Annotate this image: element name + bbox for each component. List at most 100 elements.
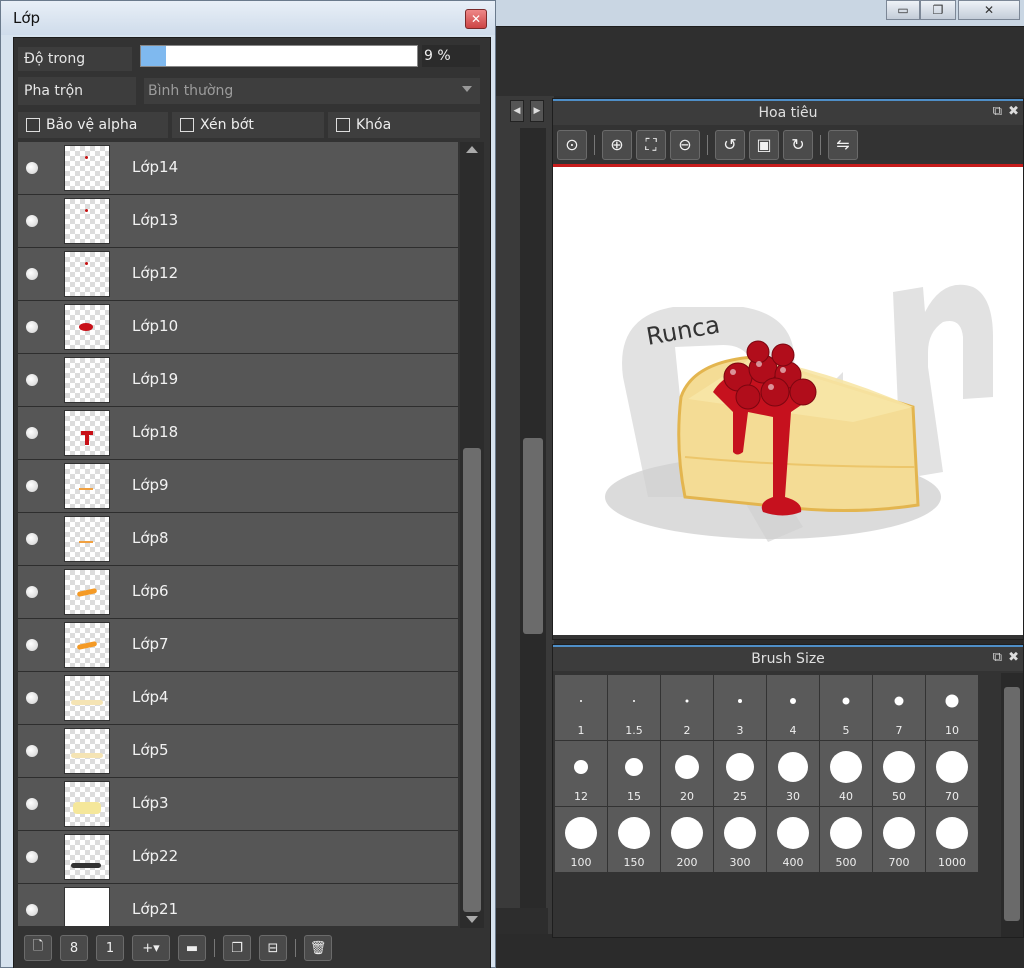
layer-row[interactable]: Lớp13	[18, 195, 458, 248]
zoom-reset-icon[interactable]: ⊙	[557, 129, 587, 160]
layer-row[interactable]: Lớp22	[18, 831, 458, 884]
brush-size-cell[interactable]: 10	[926, 675, 978, 740]
brush-size-cell[interactable]: 1000	[926, 807, 978, 872]
close-icon[interactable]: ✖	[1008, 650, 1019, 665]
new-1bit-layer-icon[interactable]: 1	[96, 935, 124, 961]
rotate-left-icon[interactable]: ↺	[715, 129, 745, 160]
flip-icon[interactable]: ⇋	[828, 129, 858, 160]
brush-size-cell[interactable]: 1.5	[608, 675, 660, 740]
checkbox-box	[26, 118, 40, 132]
new-layer-icon[interactable]: 🗋	[24, 935, 52, 961]
visibility-icon[interactable]	[26, 745, 38, 757]
layer-row[interactable]: Lớp10	[18, 301, 458, 354]
brush-size-cell[interactable]: 100	[555, 807, 607, 872]
brush-size-cell[interactable]: 12	[555, 741, 607, 806]
brush-vertical-scrollbar[interactable]	[1001, 673, 1023, 937]
visibility-icon[interactable]	[26, 851, 38, 863]
brush-size-cell[interactable]: 25	[714, 741, 766, 806]
folder-icon[interactable]: ▬	[178, 935, 206, 961]
scroll-thumb[interactable]	[463, 448, 481, 912]
layer-row[interactable]: Lớp4	[18, 672, 458, 725]
layer-row[interactable]: Lớp3	[18, 778, 458, 831]
visibility-icon[interactable]	[26, 215, 38, 227]
visibility-icon[interactable]	[26, 692, 38, 704]
visibility-icon[interactable]	[26, 374, 38, 386]
canvas-vertical-scrollbar[interactable]	[520, 128, 546, 908]
visibility-icon[interactable]	[26, 904, 38, 916]
visibility-icon[interactable]	[26, 427, 38, 439]
visibility-icon[interactable]	[26, 321, 38, 333]
brush-size-cell[interactable]: 2	[661, 675, 713, 740]
brush-size-cell[interactable]: 1	[555, 675, 607, 740]
brush-size-cell[interactable]: 200	[661, 807, 713, 872]
layer-row[interactable]: Lớp14	[18, 142, 458, 195]
layer-row[interactable]: Lớp18	[18, 407, 458, 460]
visibility-icon[interactable]	[26, 586, 38, 598]
add-layer-menu-icon[interactable]: +▾	[132, 935, 170, 961]
brush-size-cell[interactable]: 500	[820, 807, 872, 872]
brush-size-label: 100	[570, 856, 592, 869]
layer-row[interactable]: Lớp8	[18, 513, 458, 566]
scroll-down-icon[interactable]	[466, 916, 478, 923]
clipping-checkbox[interactable]: Xén bớt	[172, 112, 324, 138]
layer-window-close-button[interactable]: ✕	[465, 9, 487, 29]
zoom-out-icon[interactable]: ⊖	[670, 129, 700, 160]
brush-size-cell[interactable]: 40	[820, 741, 872, 806]
brush-size-cell[interactable]: 30	[767, 741, 819, 806]
prev-arrow-button[interactable]: ◀	[510, 100, 524, 122]
scroll-up-icon[interactable]	[466, 146, 478, 153]
navigator-title-bar: Hoa tiêu ⧉ ✖	[553, 99, 1023, 125]
visibility-icon[interactable]	[26, 480, 38, 492]
layer-row[interactable]: Lớp19	[18, 354, 458, 407]
lock-checkbox[interactable]: Khóa	[328, 112, 480, 138]
new-8bit-layer-icon[interactable]: 8	[60, 935, 88, 961]
next-arrow-button[interactable]: ▶	[530, 100, 544, 122]
brush-size-cell[interactable]: 7	[873, 675, 925, 740]
brush-size-cell[interactable]: 700	[873, 807, 925, 872]
restore-button[interactable]: ❐	[920, 0, 956, 20]
visibility-icon[interactable]	[26, 533, 38, 545]
layer-row[interactable]: Lớp9	[18, 460, 458, 513]
layer-thumbnail	[64, 410, 110, 456]
brush-size-cell[interactable]: 3	[714, 675, 766, 740]
zoom-in-icon[interactable]: ⊕	[602, 129, 632, 160]
rotate-reset-icon[interactable]: ▣	[749, 129, 779, 160]
merge-down-icon[interactable]: ⊟	[259, 935, 287, 961]
minimize-button[interactable]: ▭	[886, 0, 920, 20]
protect-alpha-checkbox[interactable]: Bảo vệ alpha	[18, 112, 168, 138]
chevron-down-icon	[462, 86, 472, 92]
brush-size-cell[interactable]: 400	[767, 807, 819, 872]
brush-size-cell[interactable]: 20	[661, 741, 713, 806]
fit-window-icon[interactable]: ⛶	[636, 129, 666, 160]
close-icon[interactable]: ✖	[1008, 104, 1019, 119]
layer-row[interactable]: Lớp5	[18, 725, 458, 778]
scroll-thumb[interactable]	[523, 438, 543, 634]
app-close-button[interactable]: ✕	[958, 0, 1020, 20]
rotate-right-icon[interactable]: ↻	[783, 129, 813, 160]
visibility-icon[interactable]	[26, 162, 38, 174]
visibility-icon[interactable]	[26, 798, 38, 810]
brush-size-cell[interactable]: 150	[608, 807, 660, 872]
brush-size-cell[interactable]: 15	[608, 741, 660, 806]
opacity-slider[interactable]	[140, 45, 418, 67]
duplicate-icon[interactable]: ❐	[223, 935, 251, 961]
brush-size-cell[interactable]: 300	[714, 807, 766, 872]
brush-size-cell[interactable]: 50	[873, 741, 925, 806]
brush-size-cell[interactable]: 70	[926, 741, 978, 806]
scroll-thumb[interactable]	[1004, 687, 1020, 921]
layer-row[interactable]: Lớp7	[18, 619, 458, 672]
layer-row[interactable]: Lớp21	[18, 884, 458, 926]
visibility-icon[interactable]	[26, 639, 38, 651]
brush-size-cell[interactable]: 5	[820, 675, 872, 740]
layer-row[interactable]: Lớp12	[18, 248, 458, 301]
blend-mode-select[interactable]: Bình thường	[144, 78, 480, 104]
layer-row[interactable]: Lớp6	[18, 566, 458, 619]
undock-icon[interactable]: ⧉	[993, 650, 1002, 665]
layers-vertical-scrollbar[interactable]	[460, 142, 484, 928]
canvas-horizontal-scrollbar[interactable]	[496, 908, 548, 934]
brush-size-cell[interactable]: 4	[767, 675, 819, 740]
trash-icon[interactable]: 🗑	[304, 935, 332, 961]
undock-icon[interactable]: ⧉	[993, 104, 1002, 119]
visibility-icon[interactable]	[26, 268, 38, 280]
navigator-preview[interactable]: Runca	[553, 167, 1023, 635]
